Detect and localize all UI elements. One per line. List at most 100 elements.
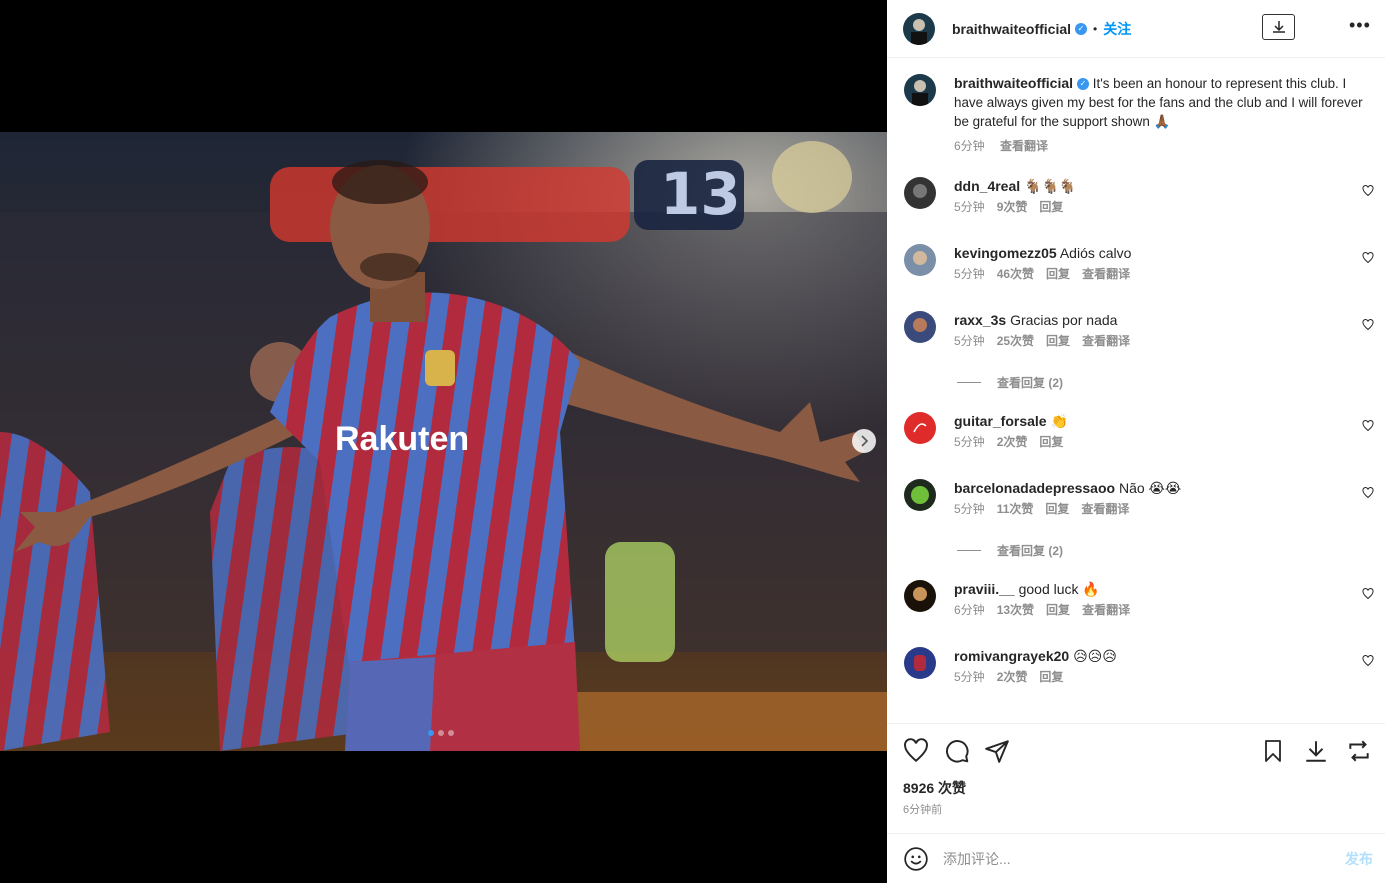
comment-text: 👏: [1050, 413, 1068, 429]
comment-text: 🐐🐐🐐: [1024, 178, 1077, 194]
comment-time: 5分钟: [954, 200, 985, 214]
comment-item: raxx_3s Gracias por nada 5分钟 25次赞 回复 查看翻译: [904, 311, 1374, 350]
comment-reply-button[interactable]: 回复: [1046, 334, 1070, 348]
comment-reply-button[interactable]: 回复: [1046, 603, 1070, 617]
comment-item: ddn_4real 🐐🐐🐐 5分钟 9次赞 回复: [904, 177, 1374, 216]
comment-username[interactable]: romivangrayek20: [954, 648, 1069, 664]
carousel-next-button[interactable]: [852, 429, 876, 453]
comment-reply-button[interactable]: 回复: [1039, 200, 1063, 214]
comment-likes[interactable]: 2次赞: [997, 435, 1028, 449]
post-media: 13 Rakuten: [0, 0, 887, 883]
comment-username[interactable]: kevingomezz05: [954, 245, 1057, 261]
comment-like-heart-icon[interactable]: [1362, 655, 1374, 667]
author-username[interactable]: braithwaiteofficial: [952, 21, 1071, 37]
comment-like-heart-icon[interactable]: [1362, 487, 1374, 499]
likes-count[interactable]: 8926 次赞: [903, 778, 966, 798]
emoji-icon[interactable]: [903, 846, 929, 872]
comment-text: Não 😭😭: [1118, 480, 1182, 496]
commenter-avatar[interactable]: [904, 479, 936, 511]
commenter-avatar[interactable]: [904, 647, 936, 679]
download-icon[interactable]: [1303, 738, 1329, 764]
comment-item: guitar_forsale 👏 5分钟 2次赞 回复: [904, 412, 1374, 451]
commenter-avatar[interactable]: [904, 580, 936, 612]
paper-plane-icon[interactable]: [984, 738, 1010, 764]
comment-time: 5分钟: [954, 334, 985, 348]
comment-likes[interactable]: 2次赞: [997, 670, 1028, 684]
view-replies-button[interactable]: 查看回复 (2): [957, 374, 1063, 391]
replies-divider: [957, 382, 981, 383]
comment-icon[interactable]: [944, 738, 970, 764]
svg-text:13: 13: [660, 160, 741, 228]
comment-time: 5分钟: [954, 267, 985, 281]
posted-time: 6分钟前: [903, 804, 943, 816]
comment-item: kevingomezz05 Adiós calvo 5分钟 46次赞 回复 查看翻译: [904, 244, 1374, 283]
more-options-button[interactable]: •••: [1349, 16, 1371, 34]
comment-username[interactable]: barcelonadadepressaoo: [954, 480, 1115, 496]
caption-username[interactable]: braithwaiteofficial: [954, 75, 1073, 91]
follow-button[interactable]: 关注: [1103, 19, 1131, 39]
comment-likes[interactable]: 13次赞: [997, 603, 1034, 617]
replies-divider: [957, 550, 981, 551]
comment-time: 5分钟: [954, 502, 985, 516]
comment-time: 5分钟: [954, 435, 985, 449]
comment-translate-link[interactable]: 查看翻译: [1082, 603, 1130, 617]
comment-username[interactable]: ddn_4real: [954, 178, 1020, 194]
comment-reply-button[interactable]: 回复: [1045, 502, 1069, 516]
chevron-right-icon: [861, 435, 869, 447]
comment-likes[interactable]: 9次赞: [997, 200, 1028, 214]
separator-dot: •: [1093, 21, 1098, 36]
commenter-avatar[interactable]: [904, 244, 936, 276]
view-replies-label: 查看回复 (2): [997, 376, 1064, 390]
carousel-dot: [448, 730, 454, 736]
comment-reply-button[interactable]: 回复: [1039, 435, 1063, 449]
repost-icon[interactable]: [1346, 738, 1372, 764]
comment-input[interactable]: [943, 850, 1323, 867]
comment-like-heart-icon[interactable]: [1362, 252, 1374, 264]
comment-like-heart-icon[interactable]: [1362, 185, 1374, 197]
comment-username[interactable]: raxx_3s: [954, 312, 1006, 328]
comment-username[interactable]: praviii.__: [954, 581, 1015, 597]
comment-likes[interactable]: 11次赞: [997, 502, 1034, 516]
comment-text: Adiós calvo: [1059, 245, 1132, 261]
post-header: braithwaiteofficial ✓ • 关注 •••: [887, 0, 1385, 58]
photo-illustration: 13 Rakuten: [0, 132, 887, 751]
commenter-avatar[interactable]: [904, 311, 936, 343]
view-replies-button[interactable]: 查看回复 (2): [957, 542, 1063, 559]
comment-username[interactable]: guitar_forsale: [954, 413, 1047, 429]
comment-like-heart-icon[interactable]: [1362, 420, 1374, 432]
download-button[interactable]: [1262, 14, 1295, 40]
post-actions: 8926 次赞 6分钟前: [887, 723, 1385, 833]
heart-icon[interactable]: [903, 738, 929, 764]
post-comment-button[interactable]: 发布: [1345, 849, 1373, 869]
post-sidebar: braithwaiteofficial ✓ • 关注 ••• braithwai…: [887, 0, 1385, 883]
comment-translate-link[interactable]: 查看翻译: [1081, 502, 1129, 516]
comment-like-heart-icon[interactable]: [1362, 319, 1374, 331]
comment-text: Gracias por nada: [1010, 312, 1118, 328]
post-image: 13 Rakuten: [0, 132, 887, 751]
comment-text: good luck 🔥: [1018, 581, 1100, 597]
comment-item: praviii.__ good luck 🔥 6分钟 13次赞 回复 查看翻译: [904, 580, 1374, 619]
commenter-avatar[interactable]: [904, 412, 936, 444]
comment-like-heart-icon[interactable]: [1362, 588, 1374, 600]
verified-badge-icon: ✓: [1077, 78, 1090, 91]
author-avatar[interactable]: [904, 74, 936, 106]
author-avatar[interactable]: [903, 12, 935, 45]
commenter-avatar[interactable]: [904, 177, 936, 209]
comment-translate-link[interactable]: 查看翻译: [1082, 334, 1130, 348]
comment-item: romivangrayek20 😥😥😥 5分钟 2次赞 回复: [904, 647, 1374, 686]
verified-badge-icon: ✓: [1075, 22, 1088, 35]
comment-likes[interactable]: 25次赞: [997, 334, 1034, 348]
post-caption: braithwaiteofficial ✓ It's been an honour…: [904, 74, 1364, 156]
comment-translate-link[interactable]: 查看翻译: [1082, 267, 1130, 281]
comment-reply-button[interactable]: 回复: [1046, 267, 1070, 281]
carousel-dot: [428, 730, 434, 736]
carousel-indicator: [428, 730, 454, 736]
comment-likes[interactable]: 46次赞: [997, 267, 1034, 281]
caption-time: 6分钟: [954, 139, 985, 153]
comment-reply-button[interactable]: 回复: [1039, 670, 1063, 684]
caption-translate-link[interactable]: 查看翻译: [1000, 139, 1048, 153]
comments-list[interactable]: braithwaiteofficial ✓ It's been an honour…: [887, 59, 1385, 723]
bookmark-icon[interactable]: [1261, 738, 1285, 764]
svg-text:Rakuten: Rakuten: [335, 420, 469, 458]
download-icon: [1272, 21, 1285, 33]
